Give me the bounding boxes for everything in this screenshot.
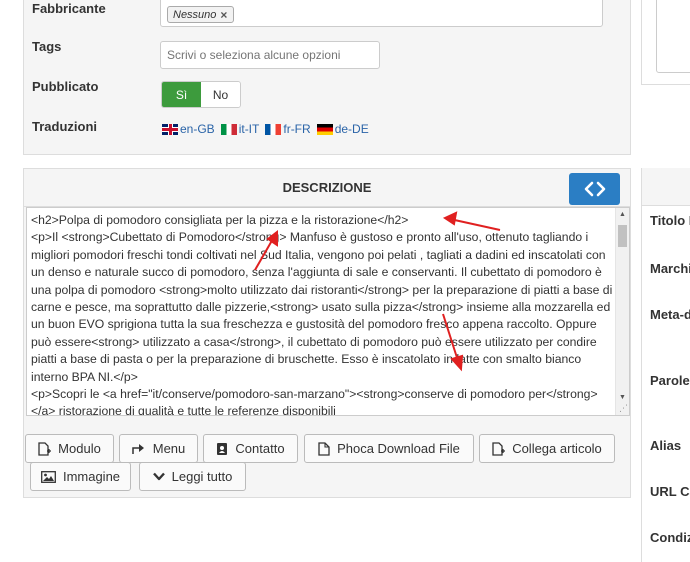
address-book-icon (217, 442, 228, 455)
immagine-button-label: Immagine (62, 469, 121, 484)
fabbricante-chip: Nessuno × (167, 6, 235, 23)
pubblicato-toggle: Sì No (161, 81, 241, 108)
translations-list: en-GB it-IT fr-FR de-DE (162, 122, 369, 136)
file-add-icon (38, 441, 52, 456)
marchi-label: Marchi (650, 261, 690, 276)
phoca-download-file-button[interactable]: Phoca Download File (304, 434, 474, 463)
image-icon (41, 470, 56, 483)
fabbricante-select[interactable]: Nessuno × (160, 0, 603, 27)
uk-flag-icon (162, 123, 178, 135)
pubblicato-yes-button[interactable]: Sì (162, 82, 201, 107)
translation-label: fr-FR (283, 122, 311, 136)
code-icon (584, 181, 605, 197)
item-options-panel: Fabbricante Nessuno × Tags Pubblicato Sì… (23, 0, 631, 155)
fabbricante-chip-label: Nessuno (173, 9, 217, 21)
translation-fr-fr-link[interactable]: fr-FR (265, 122, 311, 136)
resize-grip-icon[interactable]: ⋰ (619, 403, 628, 414)
share-icon (131, 444, 144, 454)
contatto-button[interactable]: Contatto (203, 434, 298, 463)
description-html-source[interactable]: <h2>Polpa di pomodoro consigliata per la… (31, 212, 616, 415)
translation-en-gb-link[interactable]: en-GB (162, 122, 215, 136)
tags-label: Tags (32, 39, 62, 54)
url-label: URL Ca (650, 484, 690, 499)
right-top-field[interactable] (656, 0, 690, 73)
pubblicato-label: Pubblicato (32, 79, 99, 94)
description-code-editor[interactable]: <h2>Polpa di pomodoro consigliata per la… (26, 207, 630, 416)
scroll-down-icon[interactable]: ▼ (619, 394, 626, 401)
traduzioni-label: Traduzioni (32, 119, 97, 134)
remove-chip-icon[interactable]: × (220, 8, 227, 22)
collega-button-label: Collega articolo (512, 441, 602, 456)
condiz-label: Condiz (650, 530, 690, 545)
translation-label: it-IT (238, 122, 260, 136)
scroll-up-icon[interactable]: ▲ (619, 211, 626, 218)
translation-it-it-link[interactable]: it-IT (220, 122, 260, 136)
description-title: DESCRIZIONE (282, 180, 372, 195)
collega-articolo-button[interactable]: Collega articolo (479, 434, 615, 463)
immagine-button[interactable]: Immagine (30, 462, 131, 491)
tags-input[interactable] (160, 41, 380, 69)
description-header: DESCRIZIONE (24, 169, 630, 207)
contatto-button-label: Contatto (235, 441, 285, 456)
fabbricante-label: Fabbricante (32, 1, 106, 16)
parole-label: Parole (650, 373, 690, 388)
editor-scrollbar[interactable]: ▲ ▼ (615, 208, 629, 415)
translation-label: en-GB (180, 122, 215, 136)
titolo-label: Titolo I (650, 213, 690, 228)
description-panel: DESCRIZIONE <h2>Polpa di pomodoro consig… (23, 168, 631, 498)
menu-button-label: Menu (152, 441, 186, 456)
translation-de-de-link[interactable]: de-DE (316, 122, 369, 136)
file-icon (318, 441, 330, 456)
alias-label: Alias (650, 438, 682, 453)
italy-flag-icon (220, 123, 237, 135)
right-details-panel: Titolo I Marchi Meta-d Parole Alias URL … (641, 168, 690, 562)
right-panel-header (642, 168, 690, 206)
france-flag-icon (265, 123, 282, 135)
scrollbar-thumb[interactable] (618, 225, 627, 247)
code-toggle-button[interactable] (569, 173, 620, 205)
modulo-button[interactable]: Modulo (25, 434, 114, 463)
germany-flag-icon (316, 123, 333, 135)
pubblicato-no-button[interactable]: No (201, 82, 240, 107)
phoca-button-label: Phoca Download File (337, 441, 460, 456)
translation-label: de-DE (334, 122, 369, 136)
leggi-tutto-button[interactable]: Leggi tutto (139, 462, 246, 491)
menu-button[interactable]: Menu (119, 434, 198, 463)
file-add-icon (492, 441, 506, 456)
leggi-button-label: Leggi tutto (171, 469, 233, 484)
chevron-down-icon (152, 472, 165, 481)
right-top-panel (641, 0, 690, 85)
meta-label: Meta-d (650, 307, 690, 322)
modulo-button-label: Modulo (58, 441, 101, 456)
